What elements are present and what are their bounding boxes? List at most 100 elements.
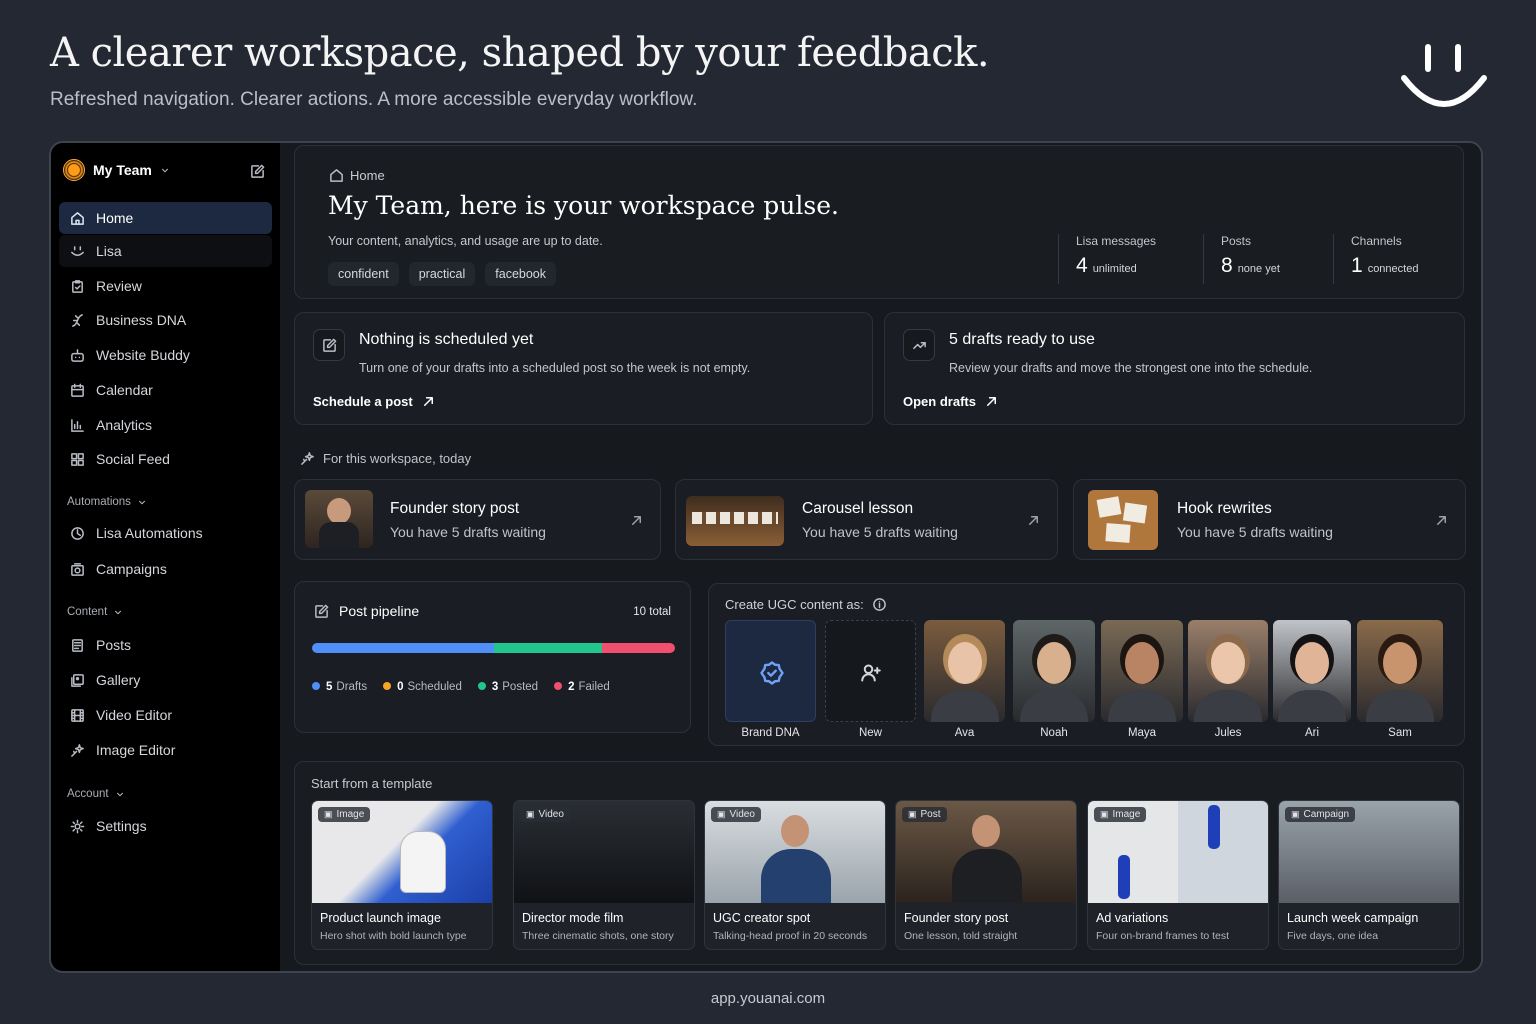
arrow-up-right-icon [984,393,1000,409]
suggestion-title: Hook rewrites [1177,500,1272,517]
dna-icon [69,312,85,328]
sidebar-item-label: Gallery [96,672,141,688]
team-switcher[interactable]: My Team [63,159,170,181]
body-shape [930,690,999,722]
section-label: Content [67,606,108,618]
stat-value: 1 [1351,254,1363,277]
suggestion-card-hooks[interactable]: Hook rewrites You have 5 drafts waiting [1073,479,1466,560]
sidebar-item-social-feed[interactable]: Social Feed [59,443,272,475]
template-subtitle: Hero shot with bold launch type [320,930,467,942]
sidebar-item-website-buddy[interactable]: Website Buddy [59,339,272,371]
persona-option-sam[interactable] [1357,620,1443,722]
sidebar-item-lisa[interactable]: Lisa [59,235,272,267]
persona-option-noah[interactable] [1013,620,1095,722]
add-user-icon [861,663,881,683]
section-content[interactable]: Content [67,606,123,618]
badge-check-icon [760,661,784,685]
new-persona-option[interactable] [825,620,916,722]
template-card-ugc-creator-spot[interactable]: ▣ Video UGC creator spot Talking-head proof… [704,800,886,950]
template-card-founder-story-post[interactable]: ▣ Post Founder story post One lesson, told … [895,800,1077,950]
schedule-post-link[interactable]: Schedule a post [313,393,437,409]
founder-thumbnail [305,490,373,548]
stat-label: Posts [1221,234,1252,248]
speaker-shape [400,831,446,893]
sidebar-item-posts[interactable]: Posts [59,629,272,661]
template-type-badge: ▣ Image [318,807,371,822]
info-icon[interactable] [872,596,888,612]
face-shape [1037,642,1071,684]
template-subtitle: Talking-head proof in 20 seconds [713,930,868,942]
stat-posts: Posts 8 none yet [1203,234,1280,284]
sidebar-item-business-dna[interactable]: Business DNA [59,304,272,336]
person-head-shape [972,815,1000,847]
body-shape [1194,690,1262,722]
template-card-launch-week-campaign[interactable]: ▣ Campaign Launch week campaign Five days, … [1278,800,1460,950]
legend-failed: 2 Failed [554,681,610,693]
legend-posted: 3 Posted [477,681,538,693]
badge-icon: ▣ [908,809,917,819]
posts-icon [69,637,85,653]
suggestion-title: Founder story post [390,500,520,517]
link-label: Schedule a post [313,393,413,409]
suggestion-card-carousel[interactable]: Carousel lesson You have 5 drafts waitin… [675,479,1058,560]
legend-scheduled: 0 Scheduled [383,681,462,693]
post-pipeline-card: Post pipeline 10 total 5 Drafts 0 Schedule… [294,581,691,733]
brand-dna-option[interactable] [725,620,816,722]
ugc-heading: Create UGC content as: [725,596,888,612]
tag-chip[interactable]: facebook [485,262,557,286]
sidebar-item-label: Posts [96,637,132,653]
template-title: Launch week campaign [1287,911,1419,925]
persona-option-ava[interactable] [924,620,1005,722]
suggestion-card-founder[interactable]: Founder story post You have 5 drafts wai… [294,479,661,560]
chevron-down-icon [137,497,147,507]
suggestion-subtitle: You have 5 drafts waiting [390,524,546,540]
compose-icon[interactable] [249,163,265,179]
template-subtitle: One lesson, told straight [904,930,1018,942]
persona-option-jules[interactable] [1188,620,1268,722]
sidebar-item-label: Calendar [96,382,153,398]
sidebar-item-gallery[interactable]: Gallery [59,664,272,696]
face-shape [1125,642,1159,684]
pipeline-total: 10 total [633,606,671,618]
template-card-director-mode-film[interactable]: ▣ Video Director mode film Three cinematic … [513,800,695,950]
sidebar-item-settings[interactable]: Settings [59,810,272,842]
sidebar-item-image-editor[interactable]: Image Editor [59,734,272,766]
sidebar-item-campaigns[interactable]: Campaigns [59,553,272,585]
tag-chip[interactable]: confident [328,262,399,286]
option-label: Jules [1214,727,1242,739]
action-title: 5 drafts ready to use [949,331,1095,348]
badge-label: Campaign [1303,809,1350,820]
sidebar-item-review[interactable]: Review [59,270,272,302]
template-type-badge: ▣ Video [711,807,761,822]
page-title: My Team, here is your workspace pulse. [328,191,839,220]
breadcrumb-label: Home [350,167,385,183]
smiley-logo-icon [1401,44,1487,107]
template-card-ad-variations[interactable]: ▣ Image Ad variations Four on-brand frames … [1087,800,1269,950]
sidebar: My Team Home Lisa Review Business DNA We… [51,143,280,971]
trending-icon [903,329,935,361]
section-account[interactable]: Account [67,788,125,800]
persona-option-ari[interactable] [1273,620,1351,722]
app-window: My Team Home Lisa Review Business DNA We… [49,141,1483,973]
sidebar-item-lisa-automations[interactable]: Lisa Automations [59,517,272,549]
sidebar-item-analytics[interactable]: Analytics [59,409,272,441]
team-logo [63,159,85,181]
breadcrumb[interactable]: Home [328,167,385,183]
person-body-shape [952,849,1022,903]
chevron-down-icon [115,789,125,799]
open-drafts-link[interactable]: Open drafts [903,393,1000,409]
hooks-thumbnail [1088,490,1158,550]
main-content: Home My Team, here is your workspace pul… [280,143,1481,971]
sidebar-item-video-editor[interactable]: Video Editor [59,699,272,731]
stat-value: 8 [1221,254,1233,277]
persona-option-maya[interactable] [1101,620,1183,722]
sidebar-item-home[interactable]: Home [59,202,272,234]
tag-chip[interactable]: practical [408,262,476,286]
sidebar-item-calendar[interactable]: Calendar [59,374,272,406]
section-automations[interactable]: Automations [67,496,147,508]
stat-label: Channels [1351,234,1402,248]
stat-label: Lisa messages [1076,234,1157,248]
ugc-card: Create UGC content as: Brand DNA New Ava… [708,583,1465,746]
action-description: Review your drafts and move the stronges… [949,361,1313,375]
template-card-product-launch-image[interactable]: ▣ Image Product launch image Hero shot with… [311,800,493,950]
